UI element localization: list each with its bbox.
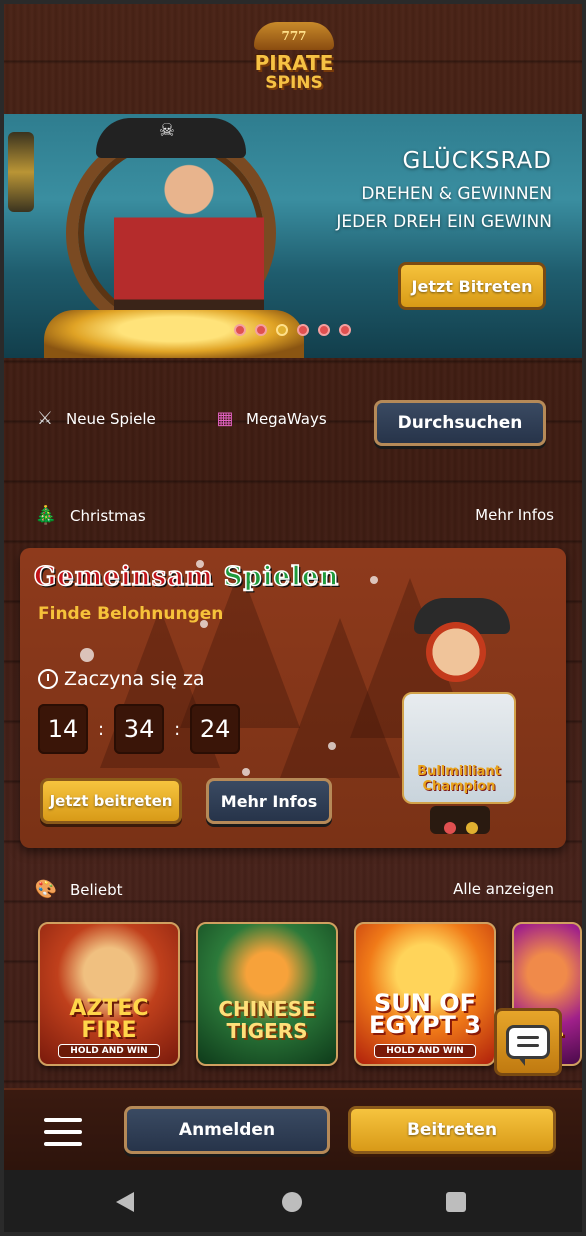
search-button[interactable]: Durchsuchen [374,400,546,446]
timer-hours: 14 [38,704,88,754]
promo-title: Gemeinsam Spielen [33,561,340,593]
snowflake [370,576,378,584]
promo-subtitle: Finde Belohnungen [38,604,224,624]
megaways-label: MegaWays [246,410,327,428]
android-nav-bar [4,1170,582,1232]
hero-subtitle-2: JEDER DREH EIN GEWINN [336,212,552,232]
quick-nav: ⚔ Neue Spiele ▦ MegaWays Durchsuchen [4,394,582,450]
chat-icon [506,1025,550,1066]
logo-number: 777 [281,29,307,43]
home-icon[interactable] [282,1192,302,1212]
app-screen: 777 PIRATE SPINS ☠ GLÜCKSRAD DREHEN & GE… [4,4,582,1232]
logo-hat: 777 [254,22,334,50]
register-button[interactable]: Beitreten [348,1106,556,1154]
promo-card[interactable]: Gemeinsam Spielen Finde Belohnungen Zacz… [20,548,566,848]
carousel-dot[interactable] [318,324,330,336]
christmas-section-header: 🎄 Christmas Mehr Infos [4,500,582,530]
hero-subtitle-1: DREHEN & GEWINNEN [361,184,552,204]
lantern-image [8,132,34,212]
clock-icon [38,669,58,689]
carousel-dot-active[interactable] [466,822,478,834]
megaways-link[interactable]: ▦ MegaWays [214,408,327,430]
snowflake [80,648,94,662]
carousel-dot[interactable] [444,822,456,834]
hero-banner[interactable]: ☠ GLÜCKSRAD DREHEN & GEWINNEN JEDER DREH… [4,114,582,358]
tree-icon: 🎄 [34,505,58,526]
christmas-title: Christmas [70,507,146,525]
grid-icon: ▦ [216,408,234,429]
timer-seconds: 24 [190,704,241,754]
promo-title-part1: Gemeinsam [33,561,214,593]
skull-icon: ☠ [158,120,176,141]
hero-carousel-dots [234,324,351,336]
pirate-face-image [426,622,486,682]
timer-separator: : [98,718,105,740]
promo-join-button[interactable]: Jetzt beitreten [40,778,182,824]
popular-title: Beliebt [70,881,123,899]
promo-image-text: Bullmilliant Champion [417,764,501,794]
promo-game-thumbnail: Bullmilliant Champion [402,692,516,804]
promo-carousel-dots [444,822,478,834]
game-title: CHINESE TIGERS [218,997,316,1043]
new-games-link[interactable]: ⚔ Neue Spiele [34,408,156,430]
starts-label: Zaczyna się za [64,668,205,690]
snowflake [242,768,250,776]
bottom-bar: Anmelden Beitreten [4,1088,582,1170]
popular-section-header: 🎨 Beliebt Alle anzeigen [4,874,582,904]
game-tile-aztec-fire[interactable]: AZTEC FIRE HOLD AND WIN [38,922,180,1066]
paint-icon: 🎨 [34,879,58,900]
chat-button[interactable] [494,1008,562,1076]
carousel-dot[interactable] [297,324,309,336]
snowflake [328,742,336,750]
promo-info-button[interactable]: Mehr Infos [206,778,332,824]
game-subtitle: HOLD AND WIN [58,1044,160,1058]
popular-all-link[interactable]: Alle anzeigen [453,880,554,898]
recents-icon[interactable] [446,1192,466,1212]
christmas-more-link[interactable]: Mehr Infos [475,506,554,524]
menu-icon[interactable] [44,1118,82,1146]
game-title: SUN OF EGYPT 3 [369,989,481,1039]
login-button[interactable]: Anmelden [124,1106,330,1154]
carousel-dot[interactable] [234,324,246,336]
logo-line1: PIRATE [254,51,334,75]
new-games-label: Neue Spiele [66,410,156,428]
timer-minutes: 34 [114,704,165,754]
countdown-timer: 14 : 34 : 24 [38,704,241,754]
hero-title: GLÜCKSRAD [402,148,552,174]
game-title: AZTEC FIRE [69,996,149,1043]
promo-title-part2: Spielen [223,561,340,593]
pirate-spins-logo[interactable]: 777 PIRATE SPINS [244,22,344,104]
hero-join-button[interactable]: Jetzt Bitreten [398,262,546,310]
game-tile-chinese-tigers[interactable]: CHINESE TIGERS [196,922,338,1066]
game-tile-sun-of-egypt-3[interactable]: SUN OF EGYPT 3 HOLD AND WIN [354,922,496,1066]
promo-character-image: Bullmilliant Champion [396,596,524,836]
timer-separator: : [174,718,181,740]
carousel-dot[interactable] [339,324,351,336]
logo-line2: SPINS [265,73,323,93]
carousel-dot[interactable] [255,324,267,336]
header: 777 PIRATE SPINS [4,4,582,114]
crossed-swords-icon: ⚔ [36,408,54,429]
carousel-dot-active[interactable] [276,324,288,336]
promo-starts: Zaczyna się za [38,668,205,690]
back-icon[interactable] [116,1192,134,1212]
game-subtitle: HOLD AND WIN [374,1044,476,1058]
